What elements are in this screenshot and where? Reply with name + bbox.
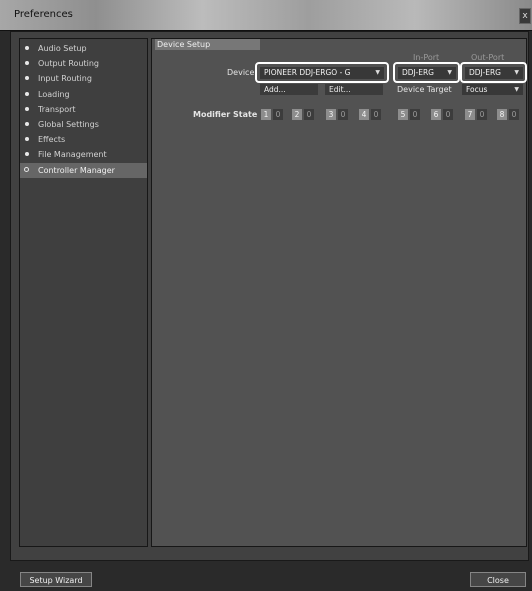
sidebar-item-label: Output Routing: [38, 59, 100, 69]
sidebar-item-label: Input Routing: [38, 74, 92, 84]
sidebar-item-label: Effects: [38, 135, 66, 145]
in-port-highlight-ring: [393, 62, 460, 83]
setup-wizard-button[interactable]: Setup Wizard: [20, 572, 92, 587]
tab-device-setup[interactable]: Device Setup: [155, 39, 260, 50]
sidebar-item-audio-setup[interactable]: Audio Setup: [20, 41, 147, 56]
sidebar-item-label: Audio Setup: [38, 44, 87, 53]
modifier-1-value: 0: [273, 109, 283, 120]
sidebar-item-label: Loading: [38, 89, 70, 99]
chevron-down-icon: ▼: [514, 86, 519, 93]
device-highlight-ring: [255, 62, 389, 83]
device-label: Device: [227, 68, 255, 77]
device-target-label: Device Target: [397, 85, 452, 94]
in-port-header: In-Port: [413, 53, 440, 62]
close-button[interactable]: Close: [470, 572, 526, 587]
modifier-2-value: 0: [304, 109, 314, 120]
modifier-4-number: 4: [359, 109, 369, 120]
circle-icon: [24, 166, 29, 172]
window-title: Preferences: [14, 9, 73, 20]
modifier-6-value: 0: [443, 109, 453, 120]
bullet-icon: [25, 76, 29, 81]
modifier-6-number: 6: [431, 109, 441, 120]
modifier-7-number: 7: [465, 109, 475, 120]
title-bar: Preferences x: [0, 0, 532, 31]
window-close-button[interactable]: x: [519, 8, 531, 24]
bullet-icon: [25, 121, 29, 126]
bullet-icon: [25, 46, 29, 50]
modifier-8-value: 0: [509, 109, 519, 120]
modifier-state-label: Modifier State: [193, 110, 258, 119]
sidebar-item-transport[interactable]: Transport: [20, 102, 147, 117]
modifier-3-value: 0: [338, 109, 348, 120]
device-target-dropdown-value: Focus: [466, 85, 488, 94]
sidebar-item-label: Global Settings: [38, 119, 99, 129]
sidebar-item-file-management[interactable]: File Management: [20, 147, 147, 162]
sidebar: Audio Setup Output Routing Input Routing…: [19, 38, 148, 547]
modifier-1-number: 1: [261, 109, 271, 120]
sidebar-item-loading[interactable]: Loading: [20, 87, 147, 102]
sidebar-item-global-settings[interactable]: Global Settings: [20, 117, 147, 132]
edit-device-button[interactable]: Edit...: [325, 84, 383, 95]
sidebar-item-effects[interactable]: Effects: [20, 132, 147, 147]
add-device-button[interactable]: Add...: [260, 84, 318, 95]
modifier-7-value: 0: [477, 109, 487, 120]
sidebar-item-label: Transport: [38, 104, 76, 114]
sidebar-item-label: File Management: [38, 150, 107, 160]
bullet-icon: [25, 91, 29, 96]
modifier-5-value: 0: [410, 109, 420, 120]
modifier-3-number: 3: [326, 109, 336, 120]
bullet-icon: [25, 106, 29, 111]
modifier-8-number: 8: [497, 109, 507, 120]
sidebar-item-controller-manager[interactable]: Controller Manager: [20, 162, 147, 178]
out-port-header: Out-Port: [471, 53, 505, 62]
bullet-icon: [25, 152, 29, 157]
bullet-icon: [25, 137, 29, 142]
out-port-highlight-ring: [460, 62, 527, 83]
sidebar-item-output-routing[interactable]: Output Routing: [20, 56, 147, 71]
modifier-4-value: 0: [371, 109, 381, 120]
modifier-5-number: 5: [398, 109, 408, 120]
modifier-2-number: 2: [292, 109, 302, 120]
bullet-icon: [25, 61, 29, 66]
device-target-dropdown[interactable]: Focus ▼: [462, 84, 523, 95]
sidebar-item-label: Controller Manager: [38, 165, 115, 175]
sidebar-item-input-routing[interactable]: Input Routing: [20, 71, 147, 86]
